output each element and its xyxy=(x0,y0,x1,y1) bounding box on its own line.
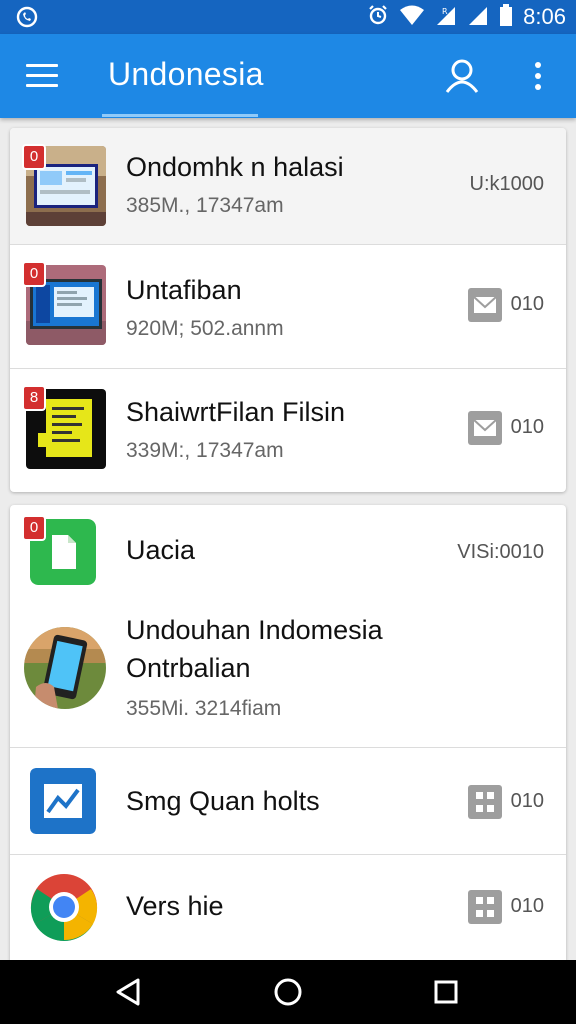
item-meta: 010 xyxy=(510,293,544,315)
status-time: 8:06 xyxy=(523,4,566,29)
blue-chart-icon xyxy=(30,768,96,834)
item-meta: U:k1000 xyxy=(469,173,545,195)
list-item[interactable]: 0 Ondomhk n halasi 385M., 17347am U:k100… xyxy=(10,128,566,245)
item-title: Smg Quan holts xyxy=(126,786,320,816)
item-subtitle: 385M., 17347am xyxy=(126,194,284,217)
signal-icon: R xyxy=(435,4,457,30)
navigation-bar xyxy=(0,960,576,1024)
item-meta: 010 xyxy=(510,416,544,438)
notification-badge: 0 xyxy=(24,263,44,285)
item-title: Untafiban xyxy=(126,275,242,305)
chrome-icon xyxy=(30,873,98,941)
item-meta: 010 xyxy=(510,895,544,917)
item-title: Uacia xyxy=(126,535,196,565)
item-title: Vers hie xyxy=(126,891,224,921)
back-icon[interactable] xyxy=(110,974,146,1010)
notification-badge: 0 xyxy=(24,146,44,168)
grid-icon[interactable] xyxy=(468,785,502,819)
smartphone-photo xyxy=(24,627,106,709)
whatsapp-icon xyxy=(16,6,38,32)
notification-badge: 8 xyxy=(24,387,44,409)
recents-icon[interactable] xyxy=(428,974,464,1010)
mail-icon[interactable] xyxy=(468,288,502,322)
list-item[interactable]: 0 Untafiban 920M; 502.annm 010 xyxy=(10,245,566,369)
wifi-icon xyxy=(399,4,425,30)
item-subtitle: 339M:, 17347am xyxy=(126,439,284,462)
menu-icon[interactable] xyxy=(26,64,58,88)
item-subtitle: 920M; 502.annm xyxy=(126,317,284,340)
item-title: ShaiwrtFilan Filsin xyxy=(126,397,346,427)
list-item[interactable]: Smg Quan holts 010 xyxy=(10,748,566,855)
grid-icon[interactable] xyxy=(468,890,502,924)
item-meta: VISi:0010 xyxy=(457,541,544,563)
more-vert-icon[interactable] xyxy=(526,60,550,92)
status-bar: R 8:06 xyxy=(0,0,576,34)
signal-icon xyxy=(467,4,489,30)
home-icon[interactable] xyxy=(270,974,306,1010)
svg-text:R: R xyxy=(442,7,448,16)
title-tab-indicator xyxy=(102,114,258,117)
item-meta: 010 xyxy=(510,790,544,812)
page-title: Undonesia xyxy=(108,56,264,92)
list-card-2: 0 Uacia VISi:0010 Undouhan Indomesia Ont… xyxy=(10,505,566,965)
list-card-1: 0 Ondomhk n halasi 385M., 17347am U:k100… xyxy=(10,128,566,492)
item-title-line-2: Ontrbalian xyxy=(126,653,251,683)
notification-badge: 0 xyxy=(24,517,44,539)
list-item[interactable]: Vers hie 010 xyxy=(10,855,566,965)
app-bar: Undonesia xyxy=(0,34,576,118)
battery-icon xyxy=(499,4,513,30)
item-title: Ondomhk n halasi xyxy=(126,152,344,182)
mail-icon[interactable] xyxy=(468,411,502,445)
list-item[interactable]: Undouhan Indomesia Ontrbalian 355Mi. 321… xyxy=(10,601,566,748)
list-item[interactable]: 0 Uacia VISi:0010 xyxy=(10,505,566,601)
alarm-icon xyxy=(367,4,389,30)
item-title: Undouhan Indomesia xyxy=(126,615,383,645)
account-icon[interactable] xyxy=(444,58,480,94)
list-item[interactable]: 8 ShaiwrtFilan Filsin 339M:, 17347am 010 xyxy=(10,369,566,492)
item-subtitle: 355Mi. 3214fiam xyxy=(126,697,282,720)
